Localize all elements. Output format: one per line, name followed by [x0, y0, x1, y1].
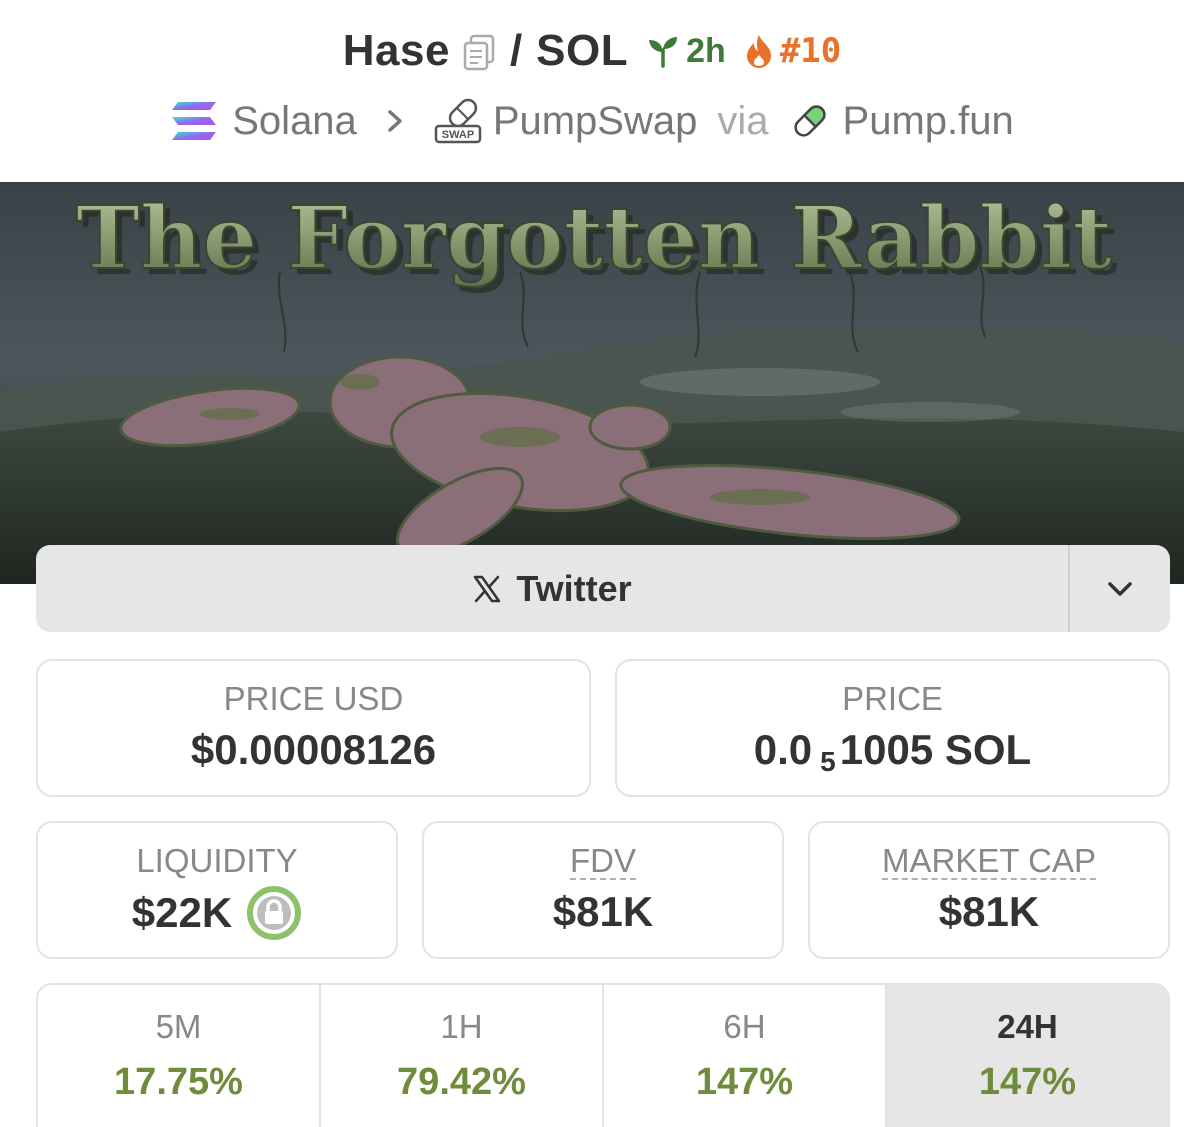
- x-icon: [474, 575, 501, 602]
- price-native-suffix: 1005 SOL: [839, 726, 1032, 773]
- timeframe-tabs: 5M 17.75% 1H 79.42% 6H 147% 24H 147%: [36, 983, 1170, 1127]
- launchpad-name[interactable]: Pump.fun: [843, 99, 1014, 144]
- banner-title: The Forgotten Rabbit: [76, 188, 1112, 289]
- via-label: via: [717, 98, 769, 143]
- solana-icon: [172, 102, 217, 140]
- tab-label: 5M: [155, 1008, 202, 1045]
- tab-24h[interactable]: 24H 147%: [887, 985, 1168, 1127]
- pair-separator: /: [509, 26, 523, 75]
- price-change-value: 79.42%: [397, 1061, 526, 1103]
- pair-age-value: 2h: [686, 31, 726, 70]
- price-native-card: PRICE 0.0 5 1005 SOL: [615, 659, 1170, 797]
- market-cap-card: MARKET CAP $81K: [808, 821, 1170, 959]
- flame-icon: [746, 35, 771, 68]
- price-native-prefix: 0.0: [753, 726, 813, 773]
- price-usd-value: $0.00008126: [190, 726, 437, 773]
- lock-icon[interactable]: [246, 885, 302, 941]
- fdv-label[interactable]: FDV: [570, 844, 636, 880]
- trending-rank-value: #10: [779, 31, 842, 71]
- chain-name[interactable]: Solana: [232, 99, 357, 144]
- quote-token-symbol: SOL: [536, 26, 629, 75]
- tab-5m[interactable]: 5M 17.75%: [38, 985, 321, 1127]
- socials-bar: Twitter: [36, 545, 1170, 632]
- liquidity-value: $22K: [131, 889, 233, 936]
- socials-dropdown-toggle[interactable]: [1070, 545, 1170, 632]
- price-usd-card: PRICE USD $0.00008126: [36, 659, 591, 797]
- chevron-right-icon: [388, 110, 402, 132]
- price-native-value: 0.0 5 1005 SOL: [617, 725, 1168, 777]
- price-change-value: 147%: [695, 1061, 794, 1103]
- chevron-down-icon: [1108, 581, 1132, 596]
- price-native-label: PRICE: [842, 680, 943, 717]
- price-native-zero-count: 5: [820, 746, 836, 777]
- trending-rank[interactable]: #10: [744, 31, 841, 71]
- tab-label: 24H: [997, 1008, 1058, 1045]
- market-cap-value: $81K: [938, 888, 1040, 935]
- pair-title: Hase / SOL 2h #10: [0, 26, 1184, 76]
- sprout-icon: [649, 37, 678, 68]
- market-cap-label[interactable]: MARKET CAP: [882, 844, 1096, 880]
- tab-6h[interactable]: 6H 147%: [604, 985, 887, 1127]
- fdv-value: $81K: [552, 888, 654, 935]
- pill-icon: [793, 105, 826, 137]
- twitter-button[interactable]: Twitter: [36, 545, 1070, 632]
- base-token-symbol[interactable]: Hase: [343, 26, 450, 76]
- copy-icon[interactable]: [462, 34, 496, 72]
- twitter-label: Twitter: [516, 567, 632, 609]
- pair-detail-page: Hase / SOL 2h #10 Solana SWAP PumpSwap v…: [0, 0, 1184, 1127]
- price-usd-label: PRICE USD: [223, 680, 404, 717]
- tab-label: 1H: [440, 1008, 483, 1045]
- breadcrumb: Solana SWAP PumpSwap via Pump.fun: [0, 96, 1184, 146]
- fdv-card: FDV $81K: [422, 821, 784, 959]
- liquidity-card: LIQUIDITY $22K: [36, 821, 398, 959]
- price-change-value: 147%: [978, 1061, 1077, 1103]
- liquidity-label: LIQUIDITY: [136, 842, 298, 879]
- dex-name[interactable]: PumpSwap: [493, 99, 698, 144]
- tab-1h[interactable]: 1H 79.42%: [321, 985, 604, 1127]
- swap-badge-text: SWAP: [442, 129, 474, 141]
- pumpswap-icon: SWAP: [434, 98, 482, 144]
- liquidity-value-row: $22K: [38, 885, 396, 941]
- token-banner-image: The Forgotten Rabbit The Forgotten Rabbi…: [0, 182, 1184, 584]
- pair-age: 2h: [646, 32, 726, 71]
- price-change-value: 17.75%: [114, 1061, 243, 1103]
- tab-label: 6H: [723, 1008, 766, 1045]
